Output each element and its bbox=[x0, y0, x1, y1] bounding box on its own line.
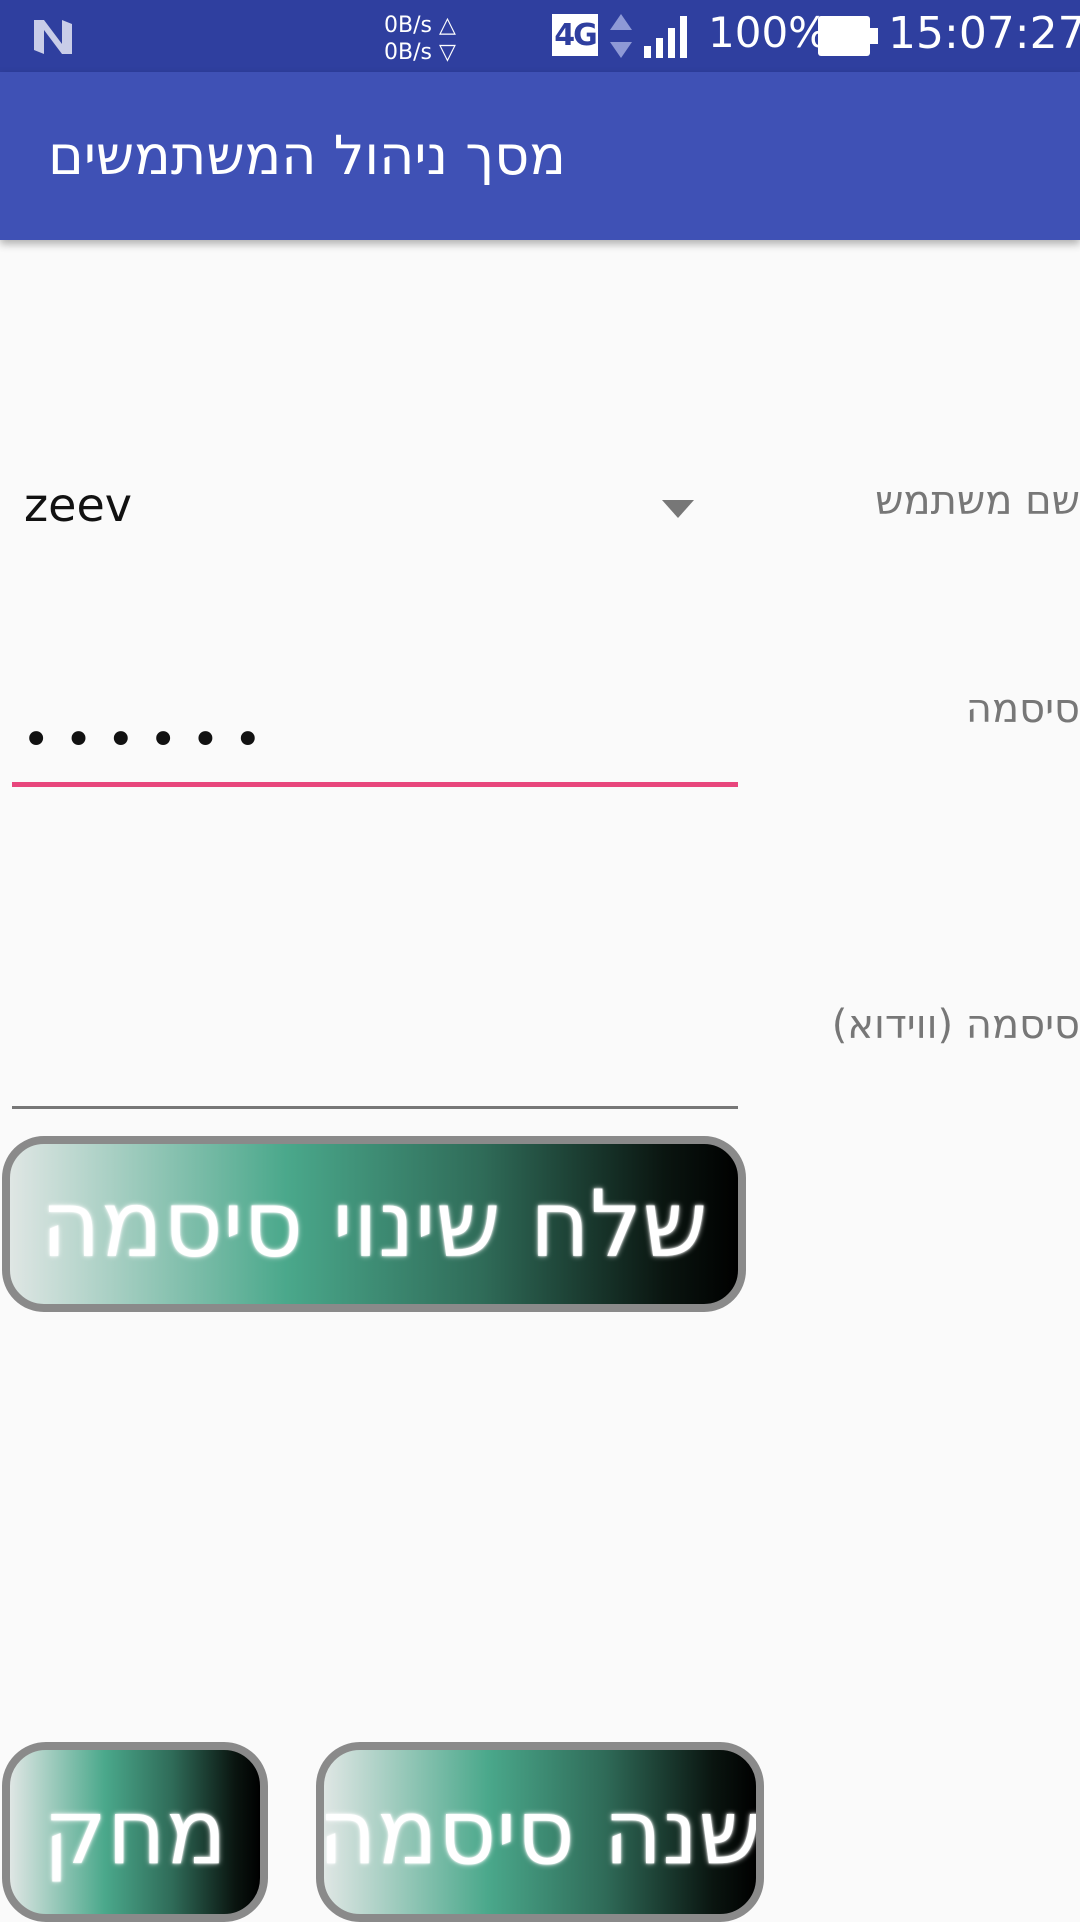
net-down-speed: 0B/s ▽ bbox=[384, 40, 456, 65]
data-activity-icon bbox=[610, 14, 632, 58]
network-speed: 0B/s △ 0B/s ▽ bbox=[384, 12, 456, 66]
send-password-change-label: שלח שינוי סיסמה bbox=[40, 1170, 708, 1278]
battery-icon bbox=[818, 16, 878, 56]
delete-label: מחק bbox=[43, 1779, 227, 1885]
confirm-password-label: סיסמה (ווידוא) bbox=[831, 1002, 1080, 1048]
password-mask: •••••• bbox=[22, 712, 276, 768]
battery-percent: 100% bbox=[708, 8, 829, 57]
nougat-logo-icon bbox=[34, 20, 72, 54]
status-bar: 0B/s △ 0B/s ▽ 4G 100% 15:07:27 bbox=[0, 0, 1080, 72]
clock: 15:07:27 bbox=[888, 8, 1080, 59]
username-dropdown[interactable]: zeev bbox=[10, 470, 710, 550]
net-up-speed: 0B/s △ bbox=[384, 13, 456, 38]
confirm-password-field[interactable] bbox=[12, 1026, 738, 1109]
send-password-change-button[interactable]: שלח שינוי סיסמה bbox=[2, 1136, 746, 1312]
username-selected-value: zeev bbox=[24, 478, 132, 532]
network-type-badge: 4G bbox=[552, 14, 598, 56]
username-label: שם משתמש bbox=[875, 478, 1080, 524]
change-password-label: שנה סיסמה bbox=[317, 1779, 763, 1885]
delete-button[interactable]: מחק bbox=[2, 1742, 268, 1922]
dropdown-arrow-icon bbox=[662, 500, 694, 518]
password-field[interactable]: •••••• bbox=[12, 702, 738, 787]
signal-strength-icon bbox=[644, 16, 687, 58]
change-password-button[interactable]: שנה סיסמה bbox=[316, 1742, 764, 1922]
page-title: מסך ניהול המשתמשים bbox=[48, 124, 566, 187]
app-bar: מסך ניהול המשתמשים bbox=[0, 72, 1080, 240]
password-label: סיסמה bbox=[965, 686, 1080, 732]
